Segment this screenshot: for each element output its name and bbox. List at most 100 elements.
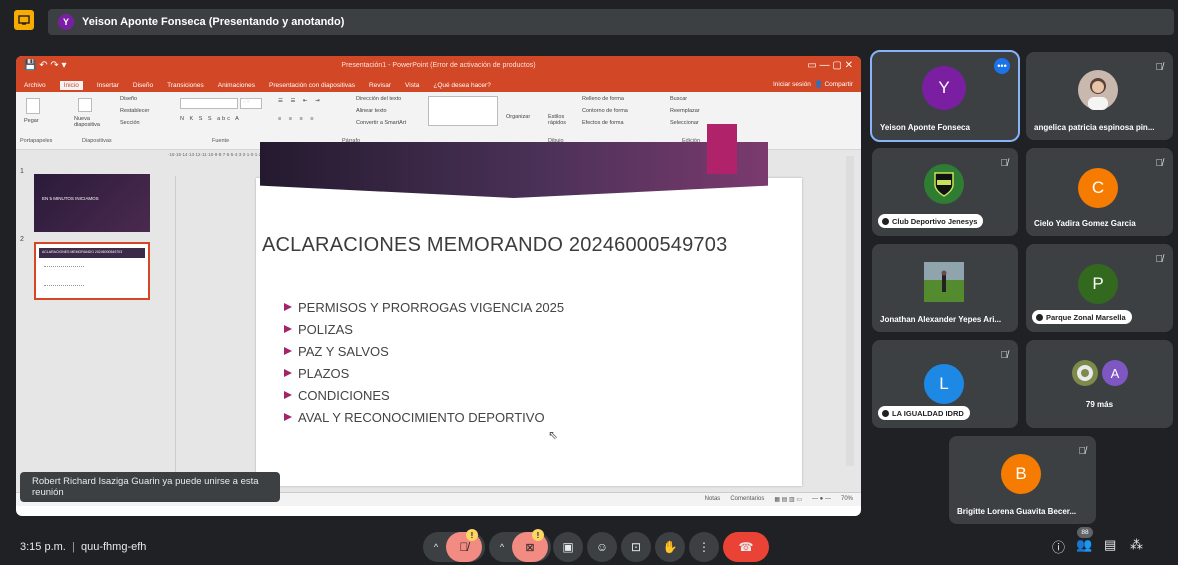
shape-fill-button[interactable]: Relleno de forma	[582, 96, 624, 102]
slide-bullet-list[interactable]: PERMISOS Y PRORROGAS VIGENCIA 2025 POLIZ…	[284, 296, 734, 428]
zoom-slider[interactable]: — ● —	[812, 496, 831, 503]
slide-scrollbar[interactable]	[846, 156, 854, 466]
group-fuente: Fuente	[212, 138, 230, 144]
tell-me-search[interactable]: ¿Qué desea hacer?	[433, 82, 490, 89]
tab-diseno[interactable]: Diseño	[133, 82, 153, 89]
find-button[interactable]: Buscar	[670, 96, 687, 102]
bullet-arrow-icon	[284, 391, 292, 399]
arrange-button[interactable]: Organizar	[506, 114, 530, 120]
status-controls: Notas Comentarios ▦ ▤ ▥ ▭ — ● — 70%	[705, 496, 853, 503]
quick-styles-button[interactable]: Estilos rápidos	[548, 114, 570, 126]
comments-button[interactable]: Comentarios	[730, 496, 764, 503]
tab-insertar[interactable]: Insertar	[97, 82, 119, 89]
bullet-arrow-icon	[284, 303, 292, 311]
avatar: B	[1001, 454, 1041, 494]
thumb-title: ACLARACIONES MEMORANDO 20246000549703	[42, 250, 123, 254]
slide-thumbnail[interactable]: EN 5 MINUTOS INICIAMOS	[34, 174, 150, 232]
more-vert-icon: ⋮	[698, 540, 710, 554]
smartart-button[interactable]: Convertir a SmartArt	[356, 120, 406, 126]
tab-animaciones[interactable]: Animaciones	[218, 82, 255, 89]
slide-heading[interactable]: ACLARACIONES MEMORANDO 20246000549703	[262, 234, 782, 257]
presenter-banner: Y Yeison Aponte Fonseca (Presentando y a…	[48, 9, 1174, 35]
tab-revisar[interactable]: Revisar	[369, 82, 391, 89]
meeting-code[interactable]: quu-fhmg-efh	[81, 541, 146, 553]
font-name-box[interactable]	[180, 98, 238, 109]
notes-button[interactable]: Notas	[705, 496, 721, 503]
zoom-level[interactable]: 70%	[841, 496, 853, 503]
group-diapositivas: Diapositivas	[82, 138, 112, 144]
text-direction-button[interactable]: Dirección del texto	[356, 96, 401, 102]
window-controls[interactable]: ▭ — ▢ ✕	[807, 60, 853, 71]
participant-name: Yeison Aponte Fonseca	[880, 123, 970, 132]
tab-archivo[interactable]: Archivo	[24, 82, 46, 89]
more-options-button[interactable]: ⋮	[689, 532, 719, 562]
hang-up-icon: ☎	[738, 540, 754, 554]
participant-name: Club Deportivo Jenesys	[892, 216, 978, 226]
reactions-button[interactable]: ☺	[587, 532, 617, 562]
camera-options-chevron-icon[interactable]: ^	[492, 542, 512, 552]
list-buttons[interactable]: ☰ ☰ ⇤ ⇥	[278, 98, 323, 104]
participant-tile[interactable]: ••• Y Yeison Aponte Fonseca	[870, 50, 1020, 142]
signin-share[interactable]: Iniciar sesión 👤 Compartir	[773, 80, 853, 88]
reset-button[interactable]: Restablecer	[120, 108, 149, 114]
participant-tile[interactable]: 🎙̸ B Brigitte Lorena Guavita Becer...	[949, 436, 1096, 524]
select-button[interactable]: Seleccionar	[670, 120, 699, 126]
shape-effects-button[interactable]: Efectos de forma	[582, 120, 624, 126]
presentation-app-icon[interactable]	[14, 10, 34, 30]
tab-presentacion[interactable]: Presentación con diapositivas	[269, 82, 355, 89]
present-button[interactable]: ⊡	[621, 532, 651, 562]
bullet-text: PLAZOS	[298, 365, 350, 381]
font-size-box[interactable]: 24	[240, 98, 262, 109]
participant-tile[interactable]: 🎙̸ Club Deportivo Jenesys	[872, 148, 1018, 236]
mouse-cursor-icon: ⇖	[548, 428, 559, 442]
people-icon[interactable]: 👥	[1076, 537, 1092, 553]
participant-tile[interactable]: 🎙̸ L LA IGUALDAD IDRD	[872, 340, 1018, 428]
ribbon-tabs: Archivo Inicio Insertar Diseño Transicio…	[16, 78, 861, 92]
shape-outline-button[interactable]: Contorno de forma	[582, 108, 628, 114]
align-buttons[interactable]: ≡ ≡ ≡ ≡	[278, 116, 316, 122]
view-buttons[interactable]: ▦ ▤ ▥ ▭	[774, 496, 802, 503]
share-icon: 👤	[812, 81, 823, 88]
leave-call-button[interactable]: ☎	[723, 532, 769, 562]
shapes-gallery[interactable]	[428, 96, 498, 126]
replace-button[interactable]: Reemplazar	[670, 108, 700, 114]
more-options-icon[interactable]: •••	[994, 58, 1010, 74]
slide-thumbnail-selected[interactable]: ACLARACIONES MEMORANDO 20246000549703	[34, 242, 150, 300]
layout-button[interactable]: Diseño	[120, 96, 137, 102]
info-icon[interactable]: ⓘ	[1052, 537, 1065, 556]
participant-tile[interactable]: 🎙̸ P Parque Zonal Marsella	[1026, 244, 1173, 332]
signin-link[interactable]: Iniciar sesión	[773, 81, 811, 88]
chat-icon[interactable]: ▤	[1104, 537, 1116, 553]
raise-hand-button[interactable]: ✋	[655, 532, 685, 562]
tab-vista[interactable]: Vista	[405, 82, 419, 89]
participant-tile[interactable]: Jonathan Alexander Yepes Ari...	[872, 244, 1018, 332]
participant-tile[interactable]: 🎙̸ angelica patricia espinosa pin...	[1026, 52, 1173, 140]
mic-warning-icon: !	[466, 529, 478, 541]
activities-icon[interactable]: ⁂	[1130, 537, 1143, 553]
thumb-bullets	[44, 266, 84, 286]
paste-button[interactable]: Pegar	[24, 118, 39, 124]
participant-name: Parque Zonal Marsella	[1046, 312, 1126, 322]
new-slide-icon[interactable]	[78, 98, 92, 112]
presenting-icon	[1036, 313, 1043, 321]
bullet-item: PERMISOS Y PRORROGAS VIGENCIA 2025	[284, 296, 734, 318]
font-format-buttons[interactable]: N K S S abc A	[180, 116, 241, 122]
mic-options-chevron-icon[interactable]: ^	[426, 542, 446, 552]
captions-icon: ▣	[562, 540, 574, 554]
avatar: L	[924, 364, 964, 404]
participant-tile[interactable]: 🎙̸ C Cielo Yadira Gomez Garcia	[1026, 148, 1173, 236]
bullet-item: POLIZAS	[284, 318, 734, 340]
captions-button[interactable]: ▣	[553, 532, 583, 562]
bullet-item: PAZ Y SALVOS	[284, 340, 734, 362]
group-portapapeles: Portapapeles	[20, 138, 53, 144]
tab-transiciones[interactable]: Transiciones	[167, 82, 204, 89]
more-participants-tile[interactable]: A 79 más	[1026, 340, 1173, 428]
share-button[interactable]: Compartir	[824, 81, 853, 88]
avatar: C	[1078, 168, 1118, 208]
meeting-info: 3:15 p.m. | quu-fhmg-efh	[20, 541, 146, 553]
section-button[interactable]: Sección	[120, 120, 140, 126]
new-slide-button[interactable]: Nueva diapositiva	[74, 116, 104, 128]
align-text-button[interactable]: Alinear texto	[356, 108, 387, 114]
paste-icon[interactable]	[26, 98, 40, 114]
tab-inicio[interactable]: Inicio	[59, 80, 83, 90]
